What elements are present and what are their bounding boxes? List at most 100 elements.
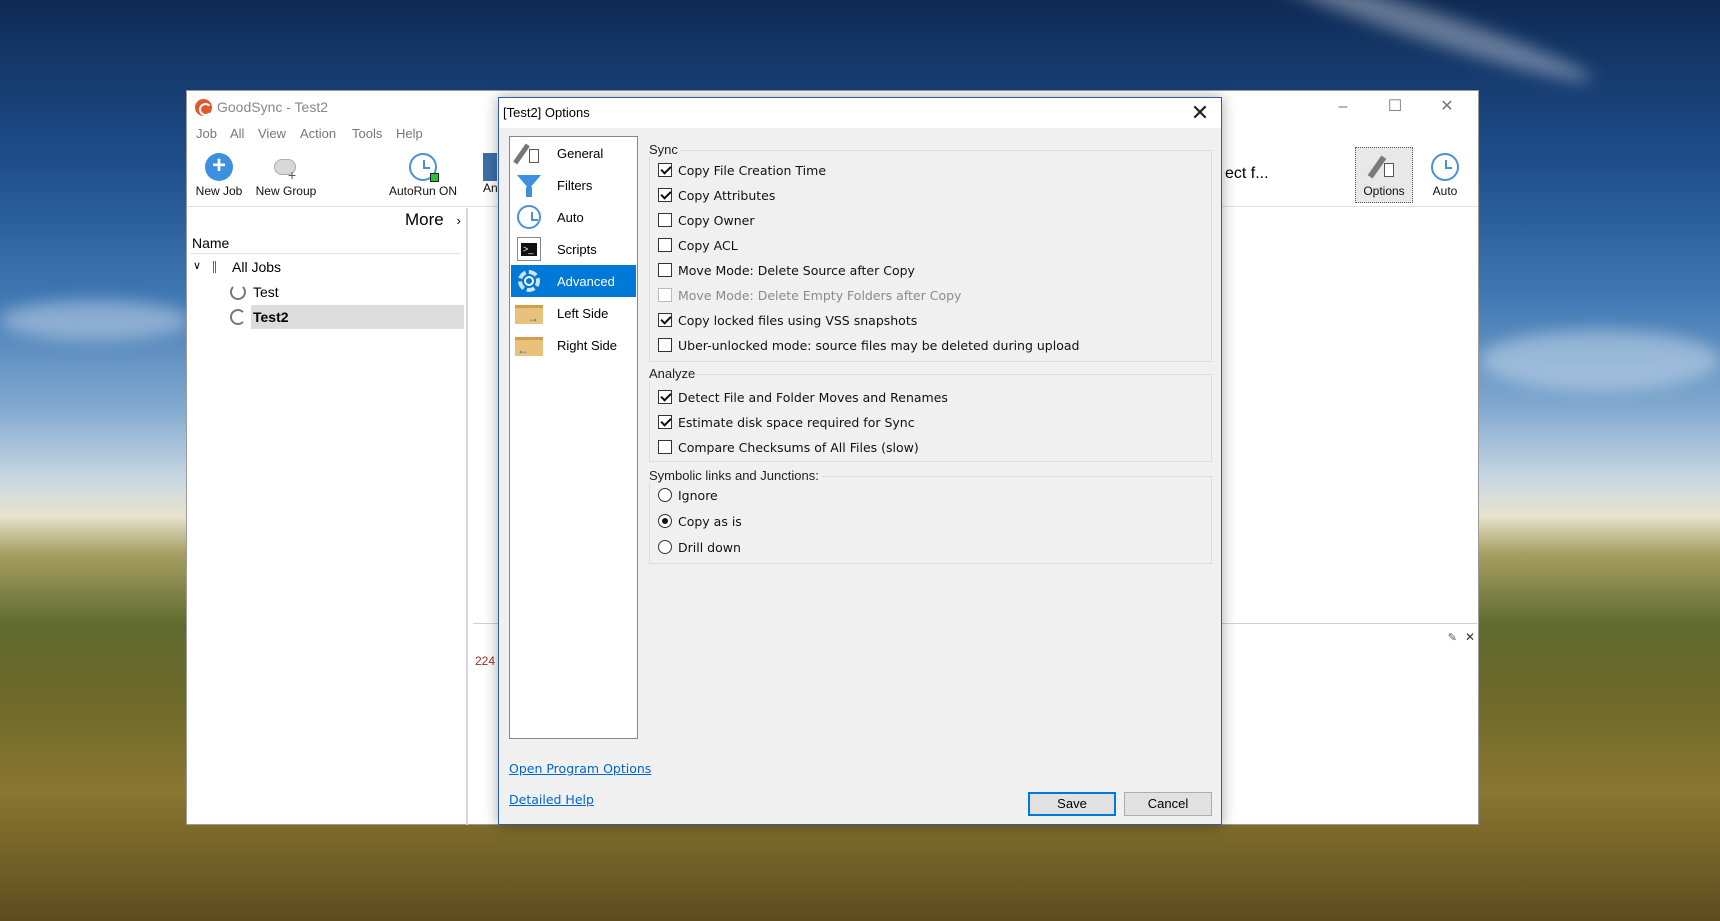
chevron-right-icon: › <box>456 213 461 228</box>
checkbox-label: Move Mode: Delete Source after Copy <box>678 262 915 278</box>
nav-label: Right Side <box>557 338 617 353</box>
checkbox-copy-acl[interactable]: Copy ACL <box>658 236 738 254</box>
nav-item-advanced[interactable]: Advanced <box>511 265 636 297</box>
auto-button[interactable]: Auto <box>1423 153 1467 198</box>
checkbox-copy-locked-files-vss[interactable]: Copy locked files using VSS snapshots <box>658 311 917 329</box>
wallpaper-cloud <box>0 300 190 340</box>
dialog-titlebar: [Test2] Options ✕ <box>499 98 1221 128</box>
sync-icon <box>230 309 246 325</box>
nav-item-scripts[interactable]: >_ Scripts <box>511 233 636 265</box>
checkbox-move-mode-delete-source[interactable]: Move Mode: Delete Source after Copy <box>658 261 915 279</box>
nav-item-general[interactable]: General <box>511 137 636 169</box>
menu-job[interactable]: Job <box>196 126 217 141</box>
menu-help[interactable]: Help <box>396 126 423 141</box>
all-jobs-icon <box>213 261 227 273</box>
options-nav-list: General Filters Auto >_ Scripts Advanced <box>509 136 638 739</box>
radio-label: Ignore <box>678 487 718 503</box>
autorun-label: AutoRun ON <box>388 184 458 198</box>
tree-header-name: Name <box>192 235 230 251</box>
nav-item-auto[interactable]: Auto <box>511 201 636 233</box>
symlinks-group-title: Symbolic links and Junctions: <box>647 468 821 483</box>
select-folder-partial: ect f... <box>1225 165 1269 182</box>
goodsync-logo-icon <box>195 99 212 116</box>
checkbox-label: Uber-unlocked mode: source files may be … <box>678 337 1080 353</box>
chevron-down-icon[interactable]: ∨ <box>193 259 201 272</box>
sync-group-title: Sync <box>647 142 680 157</box>
options-dialog: [Test2] Options ✕ General Filters Auto >… <box>498 97 1222 825</box>
checkbox-compare-checksums[interactable]: Compare Checksums of All Files (slow) <box>658 438 919 456</box>
radio-label: Copy as is <box>678 513 742 529</box>
auto-label: Auto <box>1432 184 1458 198</box>
checkbox-move-mode-delete-empty-folders: Move Mode: Delete Empty Folders after Co… <box>658 286 961 304</box>
more-button[interactable]: More › <box>405 210 461 230</box>
analyze-label: An <box>483 181 498 195</box>
new-group-icon: + <box>272 153 300 183</box>
clock-icon <box>1431 153 1459 181</box>
funnel-icon <box>517 173 541 197</box>
tree-header-divider <box>190 253 460 254</box>
new-group-label: New Group <box>255 184 317 198</box>
options-label: Options <box>1363 184 1405 198</box>
checkbox-copy-owner[interactable]: Copy Owner <box>658 211 755 229</box>
tree-item-all-jobs[interactable]: All Jobs <box>232 259 281 275</box>
checkbox-detect-moves-renames[interactable]: Detect File and Folder Moves and Renames <box>658 388 948 406</box>
menu-tools[interactable]: Tools <box>352 126 382 141</box>
checkbox-copy-attributes[interactable]: Copy Attributes <box>658 186 775 204</box>
save-button[interactable]: Save <box>1028 792 1116 816</box>
nav-item-filters[interactable]: Filters <box>511 169 636 201</box>
log-line-number: 224 <box>475 654 496 668</box>
plus-icon: + <box>205 153 233 181</box>
cancel-button[interactable]: Cancel <box>1124 792 1212 816</box>
checkbox-uber-unlocked-mode[interactable]: Uber-unlocked mode: source files may be … <box>658 336 1079 354</box>
sync-icon <box>230 284 246 300</box>
wallpaper-cloud <box>1253 0 1597 94</box>
radio-ignore[interactable]: Ignore <box>658 486 718 504</box>
radio-copy-as-is[interactable]: Copy as is <box>658 512 742 530</box>
nav-label: Advanced <box>557 274 615 289</box>
nav-label: Scripts <box>557 242 597 257</box>
nav-label: Auto <box>557 210 584 225</box>
jobs-pane: More › Name ∨ All Jobs Test Test2 <box>187 208 468 825</box>
gear-icon <box>517 269 541 293</box>
new-job-button[interactable]: + New Job <box>195 153 243 199</box>
wrench-icon <box>1367 153 1398 181</box>
options-button[interactable]: Options <box>1355 147 1413 203</box>
radio-label: Drill down <box>678 539 741 555</box>
close-log-icon[interactable]: ✕ <box>1465 630 1475 644</box>
menu-view[interactable]: View <box>258 126 286 141</box>
autorun-button[interactable]: AutoRun ON <box>387 153 459 198</box>
checkbox-label: Copy File Creation Time <box>678 162 827 178</box>
checkbox-label: Copy locked files using VSS snapshots <box>678 312 918 328</box>
menu-action[interactable]: Action <box>300 126 336 141</box>
terminal-icon: >_ <box>517 237 541 261</box>
nav-label: Left Side <box>557 306 609 321</box>
checkbox-estimate-disk-space[interactable]: Estimate disk space required for Sync <box>658 413 915 431</box>
tree-item-test2[interactable]: Test2 <box>253 309 289 325</box>
new-group-button[interactable]: + New Group <box>253 153 319 198</box>
checkbox-label: Copy Attributes <box>678 187 776 203</box>
analyze-button[interactable]: An <box>483 153 499 195</box>
checkbox-label: Copy ACL <box>678 237 738 253</box>
nav-item-left-side[interactable]: → Left Side <box>511 297 636 329</box>
checkbox-label: Compare Checksums of All Files (slow) <box>678 439 919 455</box>
open-program-options-link[interactable]: Open Program Options <box>509 761 651 776</box>
menu-all[interactable]: All <box>230 126 244 141</box>
nav-item-right-side[interactable]: ← Right Side <box>511 329 636 361</box>
tree-item-test[interactable]: Test <box>253 284 279 300</box>
nav-label: Filters <box>557 178 593 193</box>
maximize-button[interactable]: ☐ <box>1372 95 1418 119</box>
wallpaper-cloud <box>1480 330 1720 390</box>
wrench-checklist-icon <box>513 141 541 165</box>
radio-drill-down[interactable]: Drill down <box>658 538 741 556</box>
analyze-icon <box>483 153 497 181</box>
pin-icon[interactable]: ✎ <box>1448 631 1457 644</box>
analyze-group-title: Analyze <box>647 366 698 381</box>
more-label: More <box>405 210 444 229</box>
nav-label: General <box>557 146 604 161</box>
dialog-close-button[interactable]: ✕ <box>1185 100 1215 126</box>
minimize-button[interactable]: – <box>1320 95 1366 119</box>
close-window-button[interactable]: ✕ <box>1424 95 1470 119</box>
detailed-help-link[interactable]: Detailed Help <box>509 792 594 807</box>
checkbox-copy-file-creation-time[interactable]: Copy File Creation Time <box>658 161 826 179</box>
checkbox-label: Estimate disk space required for Sync <box>678 414 915 430</box>
